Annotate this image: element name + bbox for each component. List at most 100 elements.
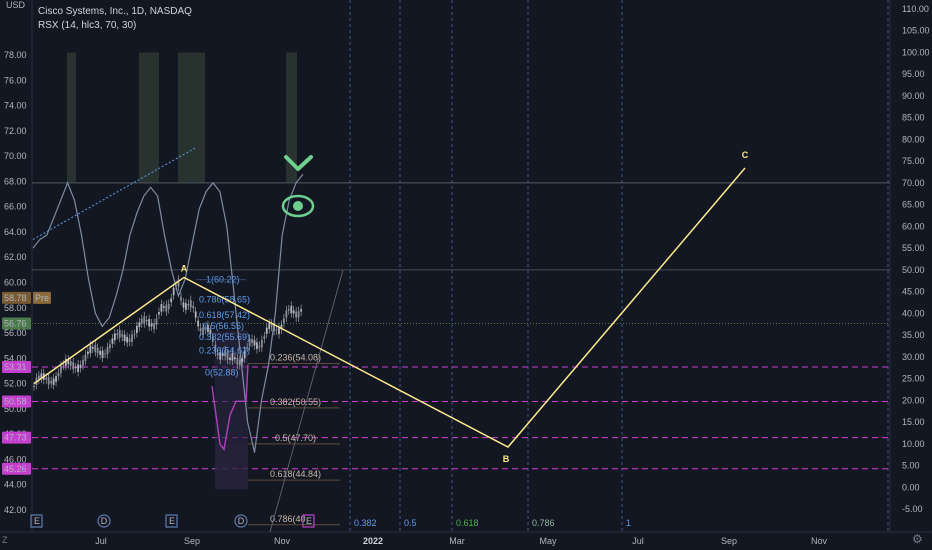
right-tick-label: 40.00	[902, 308, 925, 318]
price-badge-label: 47.73	[4, 433, 27, 443]
right-tick-label: 0.00	[902, 482, 920, 492]
chart-header: Cisco Systems, Inc., 1D, NASDAQ RSX (14,…	[38, 5, 192, 33]
right-tick-label: 100.00	[902, 47, 930, 57]
time-fib-label: 0.618	[456, 518, 479, 528]
right-tick-label: 70.00	[902, 178, 925, 188]
candle-body	[121, 334, 124, 337]
rsx-trendline	[32, 147, 196, 240]
candle-body	[84, 354, 87, 361]
timezone-icon[interactable]: Z	[2, 535, 8, 545]
right-tick-label: 105.00	[902, 26, 930, 36]
candle-body	[192, 305, 195, 309]
candle-body	[265, 327, 268, 334]
right-tick-label: 30.00	[902, 352, 925, 362]
candle-body	[143, 316, 146, 324]
left-tick-label: 56.00	[4, 328, 27, 338]
fib-ext-label: 0.236(54.08)	[270, 352, 321, 362]
pre-market-label: Pre	[35, 293, 49, 303]
candle-body	[292, 310, 295, 314]
candle-body	[74, 367, 77, 369]
time-fib-label: 0.786	[532, 518, 555, 528]
x-tick-label: May	[539, 536, 557, 546]
candle-body	[116, 333, 119, 336]
candle-body	[194, 311, 197, 318]
right-tick-label: 80.00	[902, 134, 925, 144]
price-badge-label: 45.26	[4, 464, 27, 474]
right-tick-label: 20.00	[902, 395, 925, 405]
left-tick-label: 44.00	[4, 480, 27, 490]
time-fib-label: 0.5	[404, 518, 417, 528]
wave-label-b: B	[503, 454, 510, 464]
chart-canvas[interactable]: 78.00 76.00 74.00 72.00 70.00 68.00 66.00 64.00…	[0, 0, 932, 550]
wave-line	[33, 167, 746, 448]
x-tick-label: Mar	[449, 536, 465, 546]
candle-body	[189, 300, 192, 308]
candle-body	[45, 377, 48, 380]
rsx-line	[32, 173, 304, 453]
right-tick-label: 50.00	[902, 265, 925, 275]
candle-body	[33, 386, 35, 387]
candle-body	[133, 334, 136, 335]
candle-body	[96, 348, 99, 354]
candle-body	[111, 338, 114, 344]
candle-body	[238, 359, 241, 366]
candle-body	[47, 377, 50, 385]
currency-label: USD	[6, 0, 26, 10]
x-tick-label: Sep	[184, 536, 200, 546]
candle-body	[182, 302, 185, 308]
right-tick-label: 35.00	[902, 330, 925, 340]
candle-body	[170, 298, 173, 303]
candle-body	[268, 323, 271, 329]
candle-body	[197, 320, 200, 327]
wave-label-c: C	[742, 150, 749, 160]
symbol-title[interactable]: Cisco Systems, Inc., 1D, NASDAQ	[38, 5, 192, 19]
candle-body	[69, 361, 72, 366]
candle-body	[57, 372, 60, 377]
time-fib-label: 0.382	[354, 518, 377, 528]
fib-ext-label: 0.618(44.84)	[270, 469, 321, 479]
left-tick-label: 42.00	[4, 505, 27, 515]
candle-body	[290, 305, 293, 314]
candle-body	[140, 318, 143, 324]
candle-body	[236, 357, 239, 365]
candle-body	[241, 358, 244, 363]
left-tick-label: 72.00	[4, 126, 27, 136]
candle-body	[180, 296, 182, 301]
left-tick-label: 64.00	[4, 227, 27, 237]
right-tick-label: 75.00	[902, 156, 925, 166]
candle-body	[160, 304, 163, 312]
x-tick-label: Sep	[721, 536, 737, 546]
x-tick-label: 2022	[363, 536, 383, 546]
right-tick-label: 45.00	[902, 287, 925, 297]
candle-body	[153, 323, 155, 330]
candle-body	[187, 303, 190, 306]
x-tick-label: Nov	[274, 536, 291, 546]
candle-body	[89, 345, 92, 354]
left-tick-label: 60.00	[4, 278, 27, 288]
rsx-overbought-zone	[178, 52, 205, 183]
indicator-title[interactable]: RSX (14, hlc3, 70, 30)	[38, 19, 192, 33]
candle-body	[260, 339, 263, 348]
left-tick-label: 74.00	[4, 101, 27, 111]
candle-body	[136, 325, 138, 333]
x-tick-label: Nov	[811, 536, 828, 546]
candle-body	[229, 357, 231, 361]
candle-body	[256, 342, 258, 350]
candle-body	[79, 364, 82, 369]
candle-body	[167, 303, 170, 310]
time-fib-label: 1	[626, 518, 631, 528]
candle-body	[297, 311, 300, 318]
candle-body	[113, 333, 116, 341]
fib-ext-label: 0.786(40	[270, 514, 306, 524]
candle-body	[283, 318, 285, 323]
gear-icon[interactable]: ⚙	[912, 532, 923, 546]
candle-body	[263, 336, 266, 339]
left-tick-label: 58.00	[4, 303, 27, 313]
candle-body	[123, 334, 126, 342]
candle-body	[50, 381, 53, 384]
fib-upper-label: 0.236(54.62)	[199, 345, 250, 355]
fib-upper-label: 0.382(55.69)	[199, 332, 250, 342]
candle-body	[165, 304, 168, 312]
fib-ext-label: 0.382(50.55)	[270, 397, 321, 407]
right-tick-label: 5.00	[902, 461, 920, 471]
